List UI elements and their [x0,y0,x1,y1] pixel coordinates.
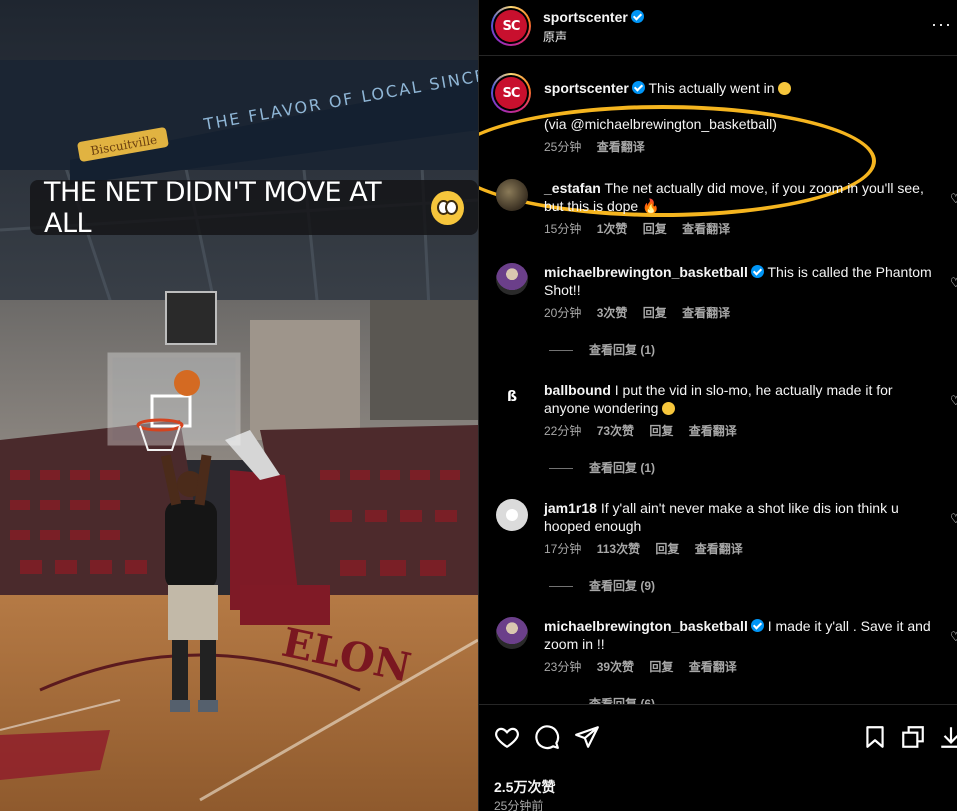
view-replies-button[interactable]: 查看回复 (1) [549,459,655,476]
reply-button[interactable]: 回复 [655,542,679,556]
comment-username[interactable]: jam1r18 [544,500,597,516]
view-replies-button[interactable]: 查看回复 (9) [549,577,655,594]
comment-like-heart-icon[interactable]: ♡ [950,511,957,526]
reply-button[interactable]: 回复 [649,660,673,674]
comment-username[interactable]: ballbound [544,382,611,398]
comment-like-count[interactable]: 113次赞 [597,542,640,556]
default-avatar-icon [506,509,518,521]
commenter-avatar[interactable]: ß [496,381,528,413]
view-replies-button[interactable]: 查看回复 (1) [549,341,655,358]
author-username-text[interactable]: sportscenter [543,9,628,25]
caption-username[interactable]: sportscenter [544,80,629,96]
comment-like-count[interactable]: 1次赞 [597,222,628,236]
comments-list[interactable]: SC sportscenter This actually went in (v… [479,57,957,704]
author-avatar[interactable]: SC [491,6,531,46]
caption-text: This actually went in [648,80,775,96]
fire-emoji-icon: 🔥 [642,198,660,214]
reply-button[interactable]: 回复 [643,222,667,236]
share-send-icon[interactable] [574,724,600,750]
audio-label[interactable]: 原声 [543,28,567,45]
like-count[interactable]: 2.5万次赞 [494,777,555,797]
sportscenter-logo-icon: SC [495,10,527,42]
post-header: SC sportscenter 原声 ··· [479,0,957,56]
post-details-panel: SC sportscenter 原声 ··· SC sportscenter T… [478,0,957,811]
post-media[interactable]: ELON THE NET DIDN'T MOVE AT ALL THE FLAV… [0,0,478,811]
copy-icon[interactable] [900,724,926,750]
comment-text: If y'all ain't never make a shot like di… [544,500,899,534]
comment-like-count[interactable]: 3次赞 [597,306,628,320]
comment-like-heart-icon[interactable]: ♡ [950,275,957,290]
crying-face-emoji-icon [662,402,676,415]
author-username[interactable]: sportscenter [543,9,644,25]
comment-username[interactable]: michaelbrewington_basketball [544,264,748,280]
comment-time[interactable]: 20分钟 [544,306,581,320]
translate-link[interactable]: 查看翻译 [682,306,730,320]
astonished-face-emoji-icon [778,82,792,95]
comment-like-count[interactable]: 73次赞 [597,424,634,438]
reply-button[interactable]: 回复 [643,306,667,320]
comment-like-heart-icon[interactable]: ♡ [950,393,957,408]
comment-time[interactable]: 17分钟 [544,542,581,556]
comment-bubble-icon[interactable] [534,724,560,750]
save-bookmark-icon[interactable] [862,724,888,750]
banner-graphic: THE FLAVOR OF LOCAL SINCE Biscuitville [77,65,478,162]
verified-badge-icon [630,10,644,23]
verified-badge-icon [750,265,764,278]
download-icon[interactable] [938,724,957,750]
commenter-avatar[interactable] [496,499,528,531]
comment-username[interactable]: michaelbrewington_basketball [544,618,748,634]
reply-button[interactable]: 回复 [649,424,673,438]
comment-username[interactable]: _estafan [544,180,601,196]
caption-translate-link[interactable]: 查看翻译 [597,140,645,154]
post-actions-bar: 2.5万次赞 25分钟前 [479,704,957,811]
commenter-avatar[interactable] [496,263,528,295]
caption-avatar[interactable]: SC [491,73,531,113]
comment-like-heart-icon[interactable]: ♡ [950,629,957,644]
comment-like-heart-icon[interactable]: ♡ [950,191,957,206]
like-heart-icon[interactable] [494,724,520,750]
verified-badge-icon [750,619,764,632]
caption-time[interactable]: 25分钟 [544,140,581,154]
commenter-avatar[interactable] [496,179,528,211]
comment-time[interactable]: 23分钟 [544,660,581,674]
post-timestamp[interactable]: 25分钟前 [494,797,543,811]
banner-slogan: THE FLAVOR OF LOCAL SINCE [201,65,478,134]
commenter-avatar[interactable] [496,617,528,649]
more-options-icon[interactable]: ··· [931,14,952,35]
translate-link[interactable]: 查看翻译 [689,660,737,674]
translate-link[interactable]: 查看翻译 [689,424,737,438]
comment-time[interactable]: 22分钟 [544,424,581,438]
caption-credit: (via @michaelbrewington_basketball) [544,116,777,132]
comment-text: The net actually did move, if you zoom i… [544,180,924,214]
comment-time[interactable]: 15分钟 [544,222,581,236]
comment-like-count[interactable]: 39次赞 [597,660,634,674]
verified-badge-icon [631,81,645,94]
view-replies-button[interactable]: 查看回复 (6) [549,695,655,704]
sportscenter-logo-icon: SC [495,77,527,109]
translate-link[interactable]: 查看翻译 [695,542,743,556]
translate-link[interactable]: 查看翻译 [682,222,730,236]
